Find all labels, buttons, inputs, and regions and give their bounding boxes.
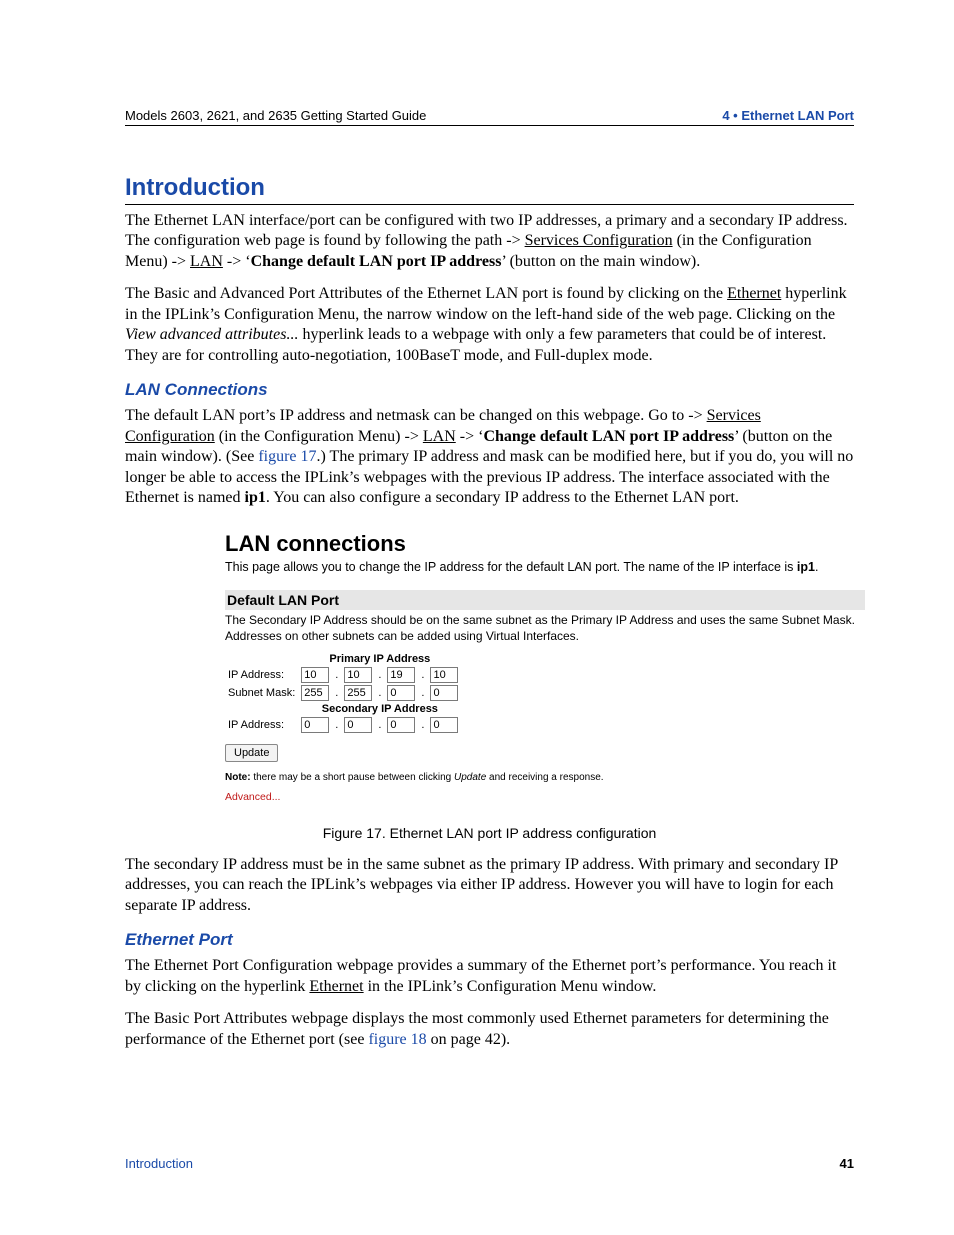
text: ’ (button on the main window).	[501, 253, 700, 270]
heading-ethernet-port: Ethernet Port	[125, 930, 854, 950]
primary-mask-octet-3[interactable]: 0	[387, 685, 415, 701]
figure-title: LAN connections	[225, 531, 865, 557]
note-label: Note:	[225, 772, 251, 783]
secondary-ip-octet-4[interactable]: 0	[430, 717, 458, 733]
ip-address-grid: Primary IP Address IP Address: 10. 10. 1…	[225, 652, 461, 734]
row-secondary-ip: IP Address: 0. 0. 0. 0	[225, 716, 461, 734]
text: -> ‘	[223, 253, 251, 270]
intro-paragraph-1: The Ethernet LAN interface/port can be c…	[125, 211, 854, 272]
link-lan[interactable]: LAN	[190, 253, 223, 270]
ethernet-paragraph-2: The Basic Port Attributes webpage displa…	[125, 1009, 854, 1050]
text: The Basic and Advanced Port Attributes o…	[125, 285, 727, 302]
intro-paragraph-2: The Basic and Advanced Port Attributes o…	[125, 284, 854, 366]
lan-paragraph: The default LAN port’s IP address and ne…	[125, 406, 854, 508]
primary-ip-octet-1[interactable]: 10	[301, 667, 329, 683]
link-services-configuration[interactable]: Services Configuration	[525, 232, 673, 249]
footer-page-number: 41	[840, 1156, 854, 1171]
figure-description: This page allows you to change the IP ad…	[225, 559, 865, 576]
text: The default LAN port’s IP address and ne…	[125, 407, 707, 424]
panel-heading-default-lan-port: Default LAN Port	[225, 590, 865, 610]
label-ip-address: IP Address:	[225, 666, 298, 684]
page-footer: Introduction 41	[125, 1156, 854, 1171]
primary-mask-octet-4[interactable]: 0	[430, 685, 458, 701]
update-button[interactable]: Update	[225, 744, 278, 762]
note-italic-update: Update	[454, 772, 486, 783]
text: -> ‘	[456, 428, 484, 445]
runhead-left: Models 2603, 2621, and 2635 Getting Star…	[125, 108, 426, 123]
link-lan[interactable]: LAN	[423, 428, 456, 445]
label-ip-address: IP Address:	[225, 716, 298, 734]
link-ethernet[interactable]: Ethernet	[309, 978, 363, 995]
bold-change-default: Change default LAN port IP address	[251, 253, 502, 270]
row-primary-mask: Subnet Mask: 255. 255. 0. 0	[225, 684, 461, 702]
figure-17: LAN connections This page allows you to …	[225, 531, 865, 805]
italic-view-advanced: View advanced attributes...	[125, 326, 298, 343]
primary-ip-octet-3[interactable]: 19	[387, 667, 415, 683]
text: on page 42).	[427, 1031, 511, 1048]
primary-mask-octet-2[interactable]: 255	[344, 685, 372, 701]
after-figure-paragraph: The secondary IP address must be in the …	[125, 855, 854, 916]
advanced-link[interactable]: Advanced...	[225, 791, 280, 803]
bold-change-default: Change default LAN port IP address	[483, 428, 734, 445]
text: there may be a short pause between click…	[251, 772, 454, 783]
runhead-right: 4 • Ethernet LAN Port	[722, 108, 854, 123]
link-figure-17[interactable]: figure 17	[258, 448, 316, 465]
group-primary-ip: Primary IP Address	[298, 652, 461, 666]
label-subnet-mask: Subnet Mask:	[225, 684, 298, 702]
heading-lan-connections: LAN Connections	[125, 380, 854, 400]
primary-ip-octet-4[interactable]: 10	[430, 667, 458, 683]
secondary-ip-octet-2[interactable]: 0	[344, 717, 372, 733]
text: in the IPLink’s Configuration Menu windo…	[364, 978, 657, 995]
text: and receiving a response.	[486, 772, 603, 783]
group-secondary-ip: Secondary IP Address	[298, 702, 461, 716]
primary-mask-octet-1[interactable]: 255	[301, 685, 329, 701]
secondary-ip-octet-3[interactable]: 0	[387, 717, 415, 733]
panel-note: The Secondary IP Address should be on th…	[225, 612, 865, 644]
heading-introduction: Introduction	[125, 174, 854, 205]
footer-section: Introduction	[125, 1156, 193, 1171]
secondary-ip-octet-1[interactable]: 0	[301, 717, 329, 733]
bold-ip1: ip1	[245, 489, 266, 506]
text: . You can also configure a secondary IP …	[266, 489, 739, 506]
ethernet-paragraph-1: The Ethernet Port Configuration webpage …	[125, 956, 854, 997]
figure-17-caption: Figure 17. Ethernet LAN port IP address …	[125, 825, 854, 841]
text: (in the Configuration Menu) ->	[215, 428, 423, 445]
text: .	[815, 560, 818, 574]
bold-ip1: ip1	[797, 560, 815, 574]
running-header: Models 2603, 2621, and 2635 Getting Star…	[125, 108, 854, 126]
primary-ip-octet-2[interactable]: 10	[344, 667, 372, 683]
figure-note: Note: there may be a short pause between…	[225, 772, 865, 783]
row-primary-ip: IP Address: 10. 10. 19. 10	[225, 666, 461, 684]
text: This page allows you to change the IP ad…	[225, 560, 797, 574]
link-figure-18[interactable]: figure 18	[368, 1031, 426, 1048]
link-ethernet[interactable]: Ethernet	[727, 285, 781, 302]
